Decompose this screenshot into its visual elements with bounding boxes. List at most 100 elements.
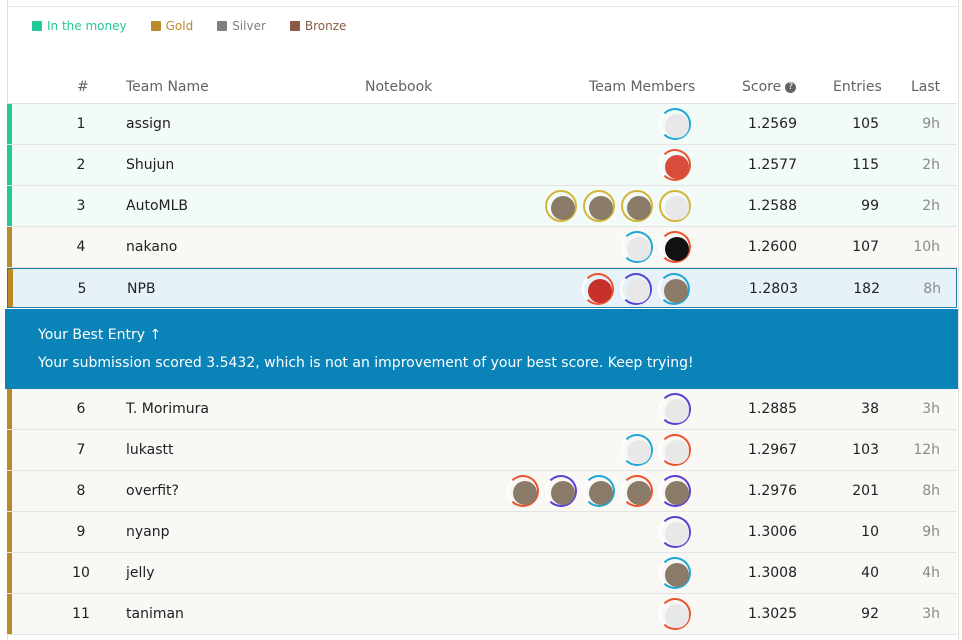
- avatar-image: [626, 279, 650, 303]
- team-name-cell[interactable]: lukastt: [126, 442, 173, 458]
- table-row[interactable]: 3 AutoMLB 1.2588 99 2h: [7, 186, 957, 227]
- table-row[interactable]: 10 jelly 1.3008 40 4h: [7, 553, 957, 594]
- team-name-cell[interactable]: NPB: [127, 281, 156, 297]
- rank-cell: 11: [72, 606, 90, 622]
- entries-cell: 38: [861, 401, 879, 417]
- legend-label: Gold: [165, 19, 194, 33]
- avatar[interactable]: [582, 273, 614, 305]
- team-name-cell[interactable]: overfit?: [126, 483, 179, 499]
- tier-indicator: [7, 430, 12, 470]
- score-cell: 1.2976: [748, 483, 797, 499]
- table-row[interactable]: 6 T. Morimura 1.2885 38 3h: [7, 389, 957, 430]
- team-members: [659, 557, 691, 589]
- rank-cell: 6: [76, 401, 86, 417]
- avatar[interactable]: [621, 190, 653, 222]
- team-members: [507, 475, 691, 507]
- last-header[interactable]: Last: [911, 79, 940, 95]
- team-name-cell[interactable]: jelly: [126, 565, 155, 581]
- score-header[interactable]: Score?: [742, 79, 797, 95]
- avatar-image: [627, 237, 651, 261]
- team-name-cell[interactable]: assign: [126, 116, 171, 132]
- table-row[interactable]: 2 Shujun 1.2577 115 2h: [7, 145, 957, 186]
- best-entry-banner: Your Best Entry ↑ Your submission scored…: [5, 309, 958, 389]
- team-members: [621, 231, 691, 263]
- avatar[interactable]: [659, 231, 691, 263]
- entries-cell: 182: [853, 281, 880, 297]
- avatar[interactable]: [583, 190, 615, 222]
- legend-swatch: [150, 21, 161, 31]
- team-name-cell[interactable]: nyanp: [126, 524, 170, 540]
- team-name-cell[interactable]: Shujun: [126, 157, 174, 173]
- avatar[interactable]: [659, 434, 691, 466]
- last-submission-cell: 9h: [922, 116, 940, 132]
- table-row[interactable]: 4 nakano 1.2600 107 10h: [7, 227, 957, 268]
- avatar-image: [665, 196, 689, 220]
- avatar[interactable]: [507, 475, 539, 507]
- avatar[interactable]: [659, 393, 691, 425]
- legend-swatch: [32, 21, 42, 31]
- team-name-cell[interactable]: taniman: [126, 606, 184, 622]
- avatar[interactable]: [659, 475, 691, 507]
- rank-cell: 3: [76, 198, 86, 214]
- entries-cell: 99: [861, 198, 879, 214]
- divider: [7, 6, 957, 7]
- score-cell: 1.2803: [749, 281, 798, 297]
- legend-swatch: [289, 21, 300, 31]
- notebook-header: Notebook: [365, 79, 433, 95]
- last-submission-cell: 10h: [913, 239, 940, 255]
- team-members-header: Team Members: [589, 79, 696, 95]
- tier-indicator: [7, 145, 12, 185]
- entries-header[interactable]: Entries: [833, 79, 882, 95]
- score-header-label: Score: [742, 79, 782, 95]
- last-submission-cell: 4h: [922, 565, 940, 581]
- entries-cell: 115: [852, 157, 879, 173]
- team-name-header[interactable]: Team Name: [126, 79, 209, 95]
- score-cell: 1.3008: [748, 565, 797, 581]
- avatar[interactable]: [659, 598, 691, 630]
- banner-title: Your Best Entry ↑: [38, 327, 162, 343]
- score-cell: 1.2569: [748, 116, 797, 132]
- rank-cell: 10: [72, 565, 90, 581]
- avatar-image: [665, 399, 689, 423]
- avatar[interactable]: [658, 273, 690, 305]
- legend-swatch: [217, 21, 228, 31]
- score-cell: 1.2600: [748, 239, 797, 255]
- avatar-image: [665, 114, 689, 138]
- table-row[interactable]: 11 taniman 1.3025 92 3h: [7, 594, 957, 635]
- avatar[interactable]: [659, 557, 691, 589]
- team-name-cell[interactable]: T. Morimura: [126, 401, 209, 417]
- table-row[interactable]: 1 assign 1.2569 105 9h: [7, 104, 957, 145]
- avatar[interactable]: [545, 475, 577, 507]
- avatar[interactable]: [583, 475, 615, 507]
- team-name-cell[interactable]: AutoMLB: [126, 198, 188, 214]
- avatar[interactable]: [545, 190, 577, 222]
- tier-indicator: [7, 471, 12, 511]
- avatar-image: [589, 481, 613, 505]
- avatar-image: [665, 481, 689, 505]
- avatar[interactable]: [620, 273, 652, 305]
- score-cell: 1.3006: [748, 524, 797, 540]
- avatar[interactable]: [659, 516, 691, 548]
- rank-cell: 8: [76, 483, 86, 499]
- banner-message: Your submission scored 3.5432, which is …: [38, 355, 694, 371]
- last-submission-cell: 9h: [922, 524, 940, 540]
- avatar-image: [551, 481, 575, 505]
- rank-cell: 2: [76, 157, 86, 173]
- avatar[interactable]: [621, 434, 653, 466]
- table-row[interactable]: 5 NPB 1.2803 182 8h: [7, 268, 957, 308]
- rank-cell: 4: [76, 239, 86, 255]
- entries-cell: 105: [852, 116, 879, 132]
- avatar[interactable]: [621, 231, 653, 263]
- avatar[interactable]: [621, 475, 653, 507]
- table-row[interactable]: 9 nyanp 1.3006 10 9h: [7, 512, 957, 553]
- tier-indicator: [8, 269, 13, 307]
- entries-cell: 10: [861, 524, 879, 540]
- avatar[interactable]: [659, 190, 691, 222]
- avatar[interactable]: [659, 149, 691, 181]
- team-members: [659, 149, 691, 181]
- team-name-cell[interactable]: nakano: [126, 239, 177, 255]
- table-row[interactable]: 7 lukastt 1.2967 103 12h: [7, 430, 957, 471]
- table-row[interactable]: 8 overfit? 1.2976 201 8h: [7, 471, 957, 512]
- help-icon[interactable]: ?: [785, 82, 797, 93]
- avatar[interactable]: [659, 108, 691, 140]
